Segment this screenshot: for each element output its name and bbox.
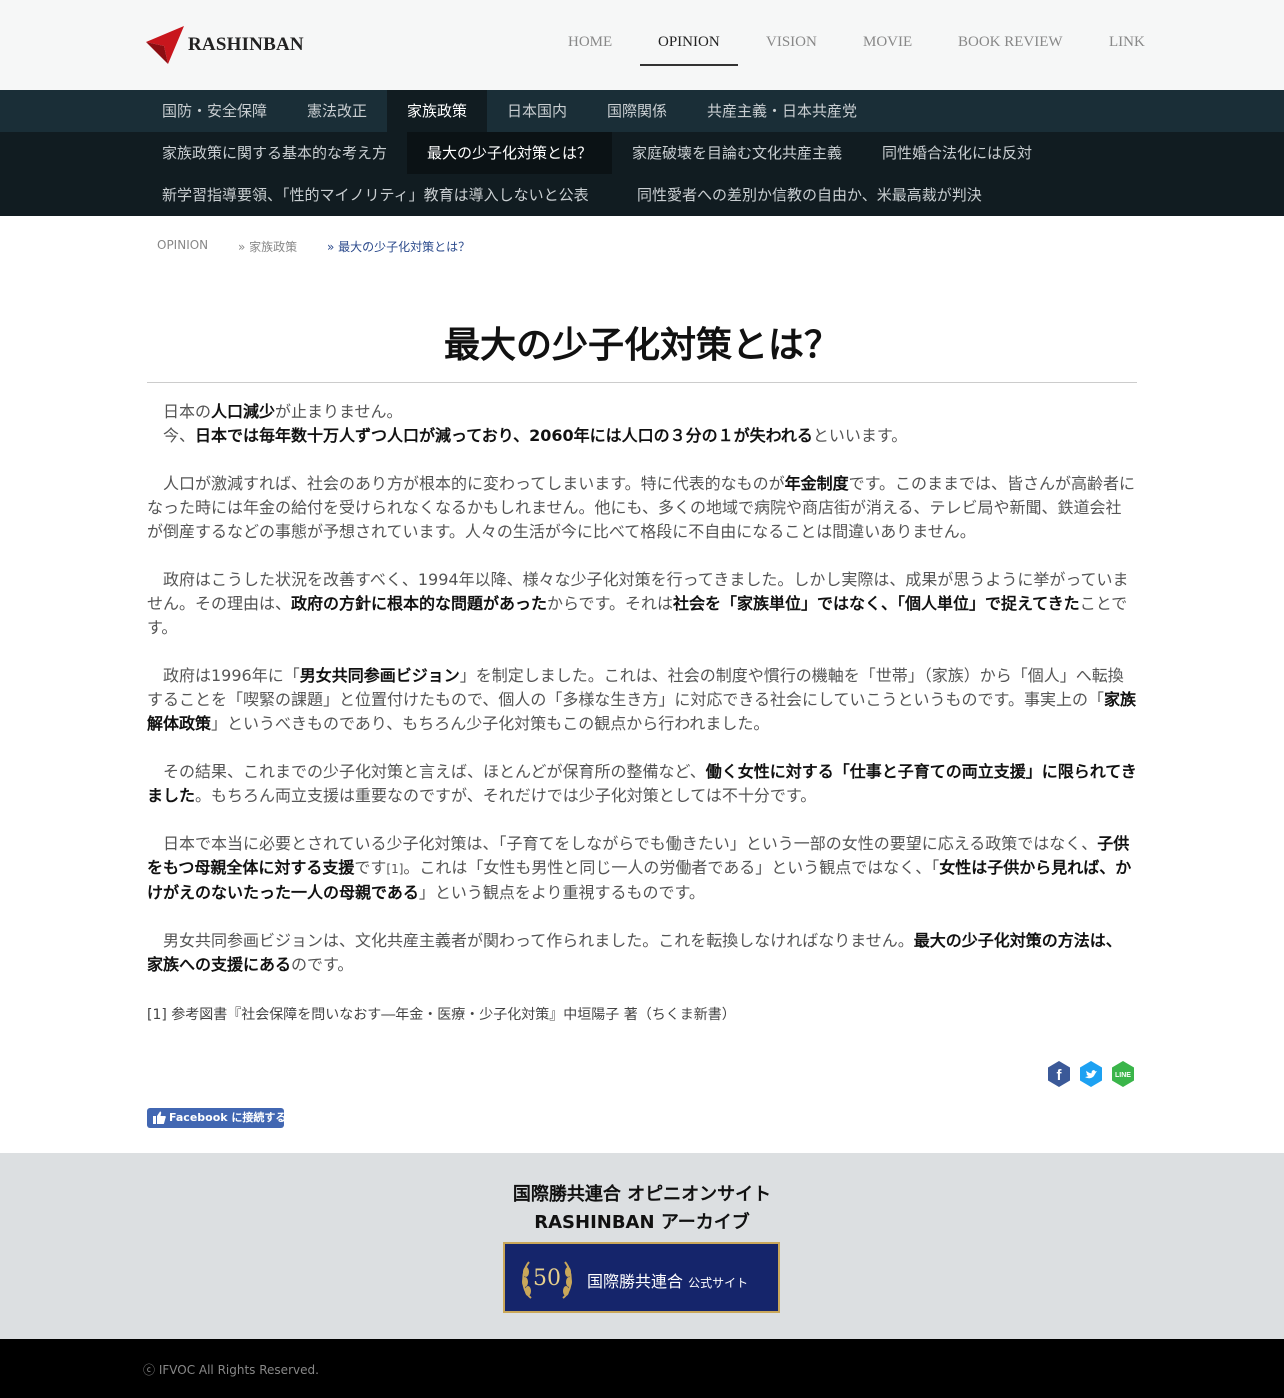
nav-link[interactable]: LINK <box>1109 34 1145 51</box>
category-domestic[interactable]: 日本国内 <box>487 90 587 132</box>
category-communism[interactable]: 共産主義・日本共産党 <box>687 90 877 132</box>
line-icon: LINE <box>1112 1061 1134 1087</box>
facebook-connect-label: Facebook に接続する <box>169 1111 287 1124</box>
subcategory-item[interactable]: 家族政策に関する基本的な考え方 <box>142 132 407 174</box>
nav-movie[interactable]: MOVIE <box>863 34 912 51</box>
facebook-connect-button[interactable]: Facebook に接続する <box>147 1108 287 1128</box>
facebook-share-button[interactable]: f <box>1045 1060 1071 1087</box>
breadcrumb-root[interactable]: OPINION <box>157 238 208 252</box>
facebook-icon: f <box>1048 1061 1070 1087</box>
laurel-50-badge-icon: 50 <box>522 1261 572 1299</box>
twitter-share-button[interactable] <box>1077 1060 1103 1087</box>
twitter-icon <box>1080 1061 1102 1087</box>
nav-vision[interactable]: VISION <box>766 34 817 51</box>
article-paragraph: 男女共同参画ビジョンは、文化共産主義者が関わって作られました。これを転換しなけれ… <box>147 931 1122 974</box>
line-share-button[interactable]: LINE <box>1109 1060 1135 1087</box>
nav-book-review[interactable]: BOOK REVIEW <box>958 34 1063 51</box>
subcategory-item[interactable]: 家庭破壊を目論む文化共産主義 <box>612 132 862 174</box>
copyright-bar: ⓒ IFVOC All Rights Reserved. <box>0 1339 1284 1398</box>
category-international[interactable]: 国際関係 <box>587 90 687 132</box>
site-header: RASHINBAN HOME OPINION VISION MOVIE BOOK… <box>0 0 1284 90</box>
article-paragraph: 政府はこうした状況を改善すべく、1994年以降、様々な少子化対策を行ってきました… <box>147 570 1129 637</box>
category-bar: 国防・安全保障 憲法改正 家族政策 日本国内 国際関係 共産主義・日本共産党 <box>0 90 1284 132</box>
nav-active-underline <box>640 64 738 66</box>
copyright-text: ⓒ IFVOC All Rights Reserved. <box>143 1363 319 1377</box>
page-title: 最大の少子化対策とは？ <box>443 325 840 366</box>
breadcrumb-current: » 最大の少子化対策とは？ <box>327 240 471 254</box>
subcategory-item[interactable]: 同性婚合法化には反対 <box>862 132 1052 174</box>
subcategory-item[interactable]: 同性愛者への差別か信教の自由か、米最高裁が判決 <box>617 174 1002 216</box>
subcategory-bar: 家族政策に関する基本的な考え方 最大の少子化対策とは？ 家庭破壊を目論む文化共産… <box>0 132 1284 216</box>
breadcrumb-parent[interactable]: » 家族政策 <box>238 238 297 255</box>
svg-text:LINE: LINE <box>1115 1072 1131 1079</box>
category-family-policy[interactable]: 家族政策 <box>387 90 487 132</box>
category-defense[interactable]: 国防・安全保障 <box>142 90 287 132</box>
article-paragraph: その結果、これまでの少子化対策と言えば、ほとんどが保育所の整備など、働く女性に対… <box>147 762 1137 805</box>
article-body: 日本の人口減少が止まりません。 今、日本では毎年数十万人ずつ人口が減っており、2… <box>147 400 1137 1001</box>
banner-text: 国際勝共連合 公式サイト <box>587 1272 749 1291</box>
article-paragraph: 政府は1996年に「男女共同参画ビジョン」を制定しました。これは、社会の制度や慣… <box>147 666 1136 733</box>
top-nav: HOME OPINION VISION MOVIE BOOK REVIEW LI… <box>0 0 1284 90</box>
subcategory-item-active[interactable]: 最大の少子化対策とは？ <box>407 132 612 174</box>
category-constitution[interactable]: 憲法改正 <box>287 90 387 132</box>
nav-opinion[interactable]: OPINION <box>658 34 720 51</box>
footnote-ref-link[interactable]: [1] <box>386 862 403 876</box>
thumbs-up-icon <box>153 1111 166 1124</box>
site-footer: 国際勝共連合 オピニオンサイト RASHINBAN アーカイブ 50 国際勝共連… <box>0 1153 1284 1339</box>
svg-text:50: 50 <box>533 1266 561 1291</box>
article-paragraph: 人口が激減すれば、社会のあり方が根本的に変わってしまいます。特に代表的なものが年… <box>147 474 1136 541</box>
subcategory-item[interactable]: 新学習指導要領、「性的マイノリティ」教育は導入しないと公表 <box>142 174 609 216</box>
footer-site-name: 国際勝共連合 オピニオンサイト <box>512 1184 772 1205</box>
footnote: [1] 参考図書『社会保障を問いなおす―年金・医療・少子化対策』中垣陽子 著（ち… <box>147 1007 736 1023</box>
article-paragraph: 日本で本当に必要とされている少子化対策は、「子育てをしながらでも働きたい」という… <box>147 834 1132 902</box>
article-paragraph: 日本の人口減少が止まりません。 <box>163 402 403 421</box>
article-paragraph: 今、日本では毎年数十万人ずつ人口が減っており、2060年には人口の３分の１が失わ… <box>163 426 908 445</box>
footer-archive-name: RASHINBAN アーカイブ <box>534 1212 750 1233</box>
nav-home[interactable]: HOME <box>568 34 612 51</box>
official-site-banner[interactable]: 50 国際勝共連合 公式サイト <box>503 1242 780 1313</box>
title-divider <box>147 382 1137 383</box>
